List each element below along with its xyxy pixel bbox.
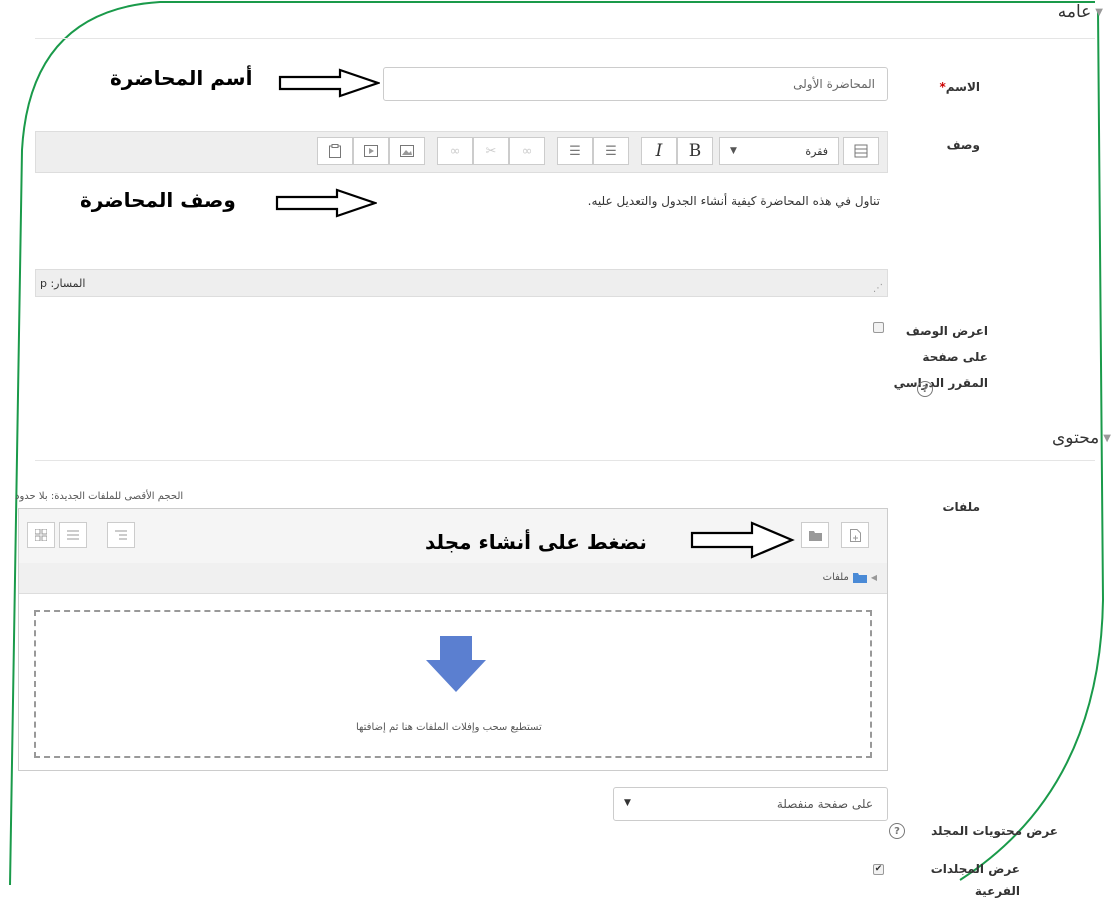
toolbar-grid-icon (854, 144, 868, 158)
italic-button[interactable]: I (641, 137, 677, 165)
description-text: تناول في هذه المحاضرة كيفية أنشاء الجدول… (587, 194, 880, 208)
annotation-description-label: وصف المحاضرة (80, 188, 236, 212)
editor-path-bar: المسار: p ⋰ (35, 269, 888, 297)
insert-image-button[interactable] (389, 137, 425, 165)
link-icon: ∞ (521, 143, 533, 159)
numbered-list-icon: ☰ (569, 143, 581, 159)
ordered-list-button[interactable]: ☰ (557, 137, 593, 165)
section-general-title: عامه (1057, 2, 1092, 22)
max-file-size-text: الحجم الأقصى للملفات الجديدة: بلا حدود (15, 491, 184, 502)
unordered-list-button[interactable]: ☰ (593, 137, 629, 165)
paragraph-style-select[interactable]: ▼ فقرة (719, 137, 839, 165)
grid-view-icon (35, 529, 47, 541)
insert-media-button[interactable] (353, 137, 389, 165)
editor-toolbar: ▼ فقرة B I ☰ ☰ ∞ ✂ ∞ (35, 131, 888, 173)
checkmark-icon: ✔ (874, 864, 883, 874)
annotation-folder-label: نضغط على أنشاء مجلد (425, 530, 647, 554)
annotation-name-label: أسم المحاضرة (110, 66, 253, 90)
section-divider (35, 460, 1095, 461)
anchor-link-icon: ∞ (449, 143, 461, 159)
view-tree-button[interactable] (107, 522, 135, 548)
show-description-checkbox[interactable] (873, 322, 884, 333)
view-icons-button[interactable] (27, 522, 55, 548)
name-input[interactable]: المحاضرة الأولى (383, 67, 888, 101)
create-folder-button[interactable] (801, 522, 829, 548)
tree-view-icon (115, 530, 127, 539)
upload-arrow-icon (426, 636, 486, 692)
media-icon (364, 145, 378, 157)
help-icon[interactable]: ? (889, 823, 905, 839)
section-general-header[interactable]: ▼ عامه (1058, 2, 1103, 22)
toolbar-toggle-button[interactable] (843, 137, 879, 165)
unlink-button[interactable]: ✂ (473, 137, 509, 165)
annotation-arrow-icon (278, 68, 380, 98)
bullet-list-icon: ☰ (605, 143, 617, 159)
files-field-label: ملفات (942, 500, 980, 514)
folder-icon (852, 573, 867, 583)
image-icon (400, 145, 414, 157)
annotation-arrow-icon (690, 521, 795, 559)
anchor-button[interactable]: ∞ (437, 137, 473, 165)
name-field-label: الاسم* (939, 80, 980, 94)
subfolders-checkbox[interactable]: ✔ (873, 864, 884, 875)
bold-button[interactable]: B (677, 137, 713, 165)
view-list-button[interactable] (59, 522, 87, 548)
add-file-button[interactable] (841, 522, 869, 548)
annotation-arrow-icon (275, 188, 377, 218)
file-drop-zone[interactable]: تستطيع سحب وإفلات الملفات هنا ثم إضافتها (34, 610, 872, 758)
clipboard-icon (329, 144, 341, 158)
help-icon[interactable]: ? (917, 381, 933, 397)
folder-add-icon (808, 530, 822, 541)
link-button[interactable]: ∞ (509, 137, 545, 165)
add-file-icon (849, 528, 861, 542)
editor-path: المسار: p (40, 277, 86, 290)
description-field-label: وصف (946, 138, 980, 152)
list-view-icon (67, 530, 79, 540)
collapse-caret-icon: ▼ (1103, 432, 1111, 444)
section-content-title: محتوى (1051, 428, 1100, 448)
collapse-caret-icon: ▼ (1095, 6, 1103, 18)
drop-hint-text: تستطيع سحب وإفلات الملفات هنا ثم إضافتها (356, 722, 542, 733)
section-divider (35, 38, 1095, 39)
section-content-header[interactable]: ▼ محتوى (1052, 428, 1111, 448)
unlink-icon: ✂ (485, 143, 497, 159)
subfolders-label: عرض المجلدات الفرعية (930, 862, 1020, 898)
display-contents-select[interactable]: ▼ على صفحة منفصلة (613, 787, 888, 821)
folder-breadcrumb[interactable]: ◀ ملفات (19, 563, 887, 594)
resize-handle-icon[interactable]: ⋰ (873, 283, 883, 294)
chevron-down-icon: ▼ (730, 146, 737, 156)
manage-files-button[interactable] (317, 137, 353, 165)
show-description-label: اعرض الوصف على صفحة المقرر الدراسي (893, 324, 988, 390)
display-contents-label: عرض محتويات المجلد (931, 824, 1058, 838)
expand-arrow-icon: ◀ (870, 573, 877, 582)
chevron-down-icon: ▼ (624, 798, 631, 808)
